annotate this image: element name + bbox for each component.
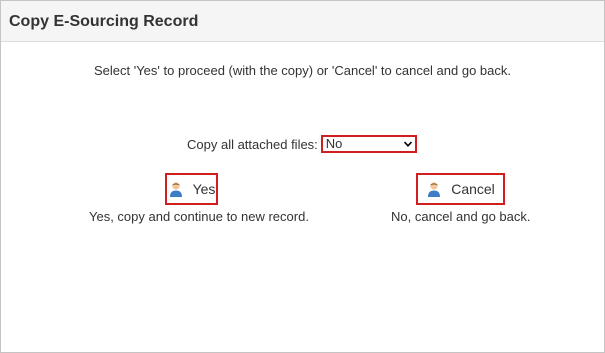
dialog-title-bar: Copy E-Sourcing Record [1,1,604,42]
yes-button-label: Yes [192,181,216,197]
copy-files-select[interactable]: No [320,135,417,153]
instruction-text: Select 'Yes' to proceed (with the copy) … [93,63,511,78]
cancel-button[interactable]: Cancel [416,173,505,205]
user-icon [169,182,182,197]
copy-files-label: Copy all attached files: [187,136,318,152]
yes-button[interactable]: Yes [165,173,218,205]
yes-caption: Yes, copy and continue to new record. [89,209,309,224]
cancel-caption: No, cancel and go back. [391,209,531,224]
user-icon [428,182,441,197]
copy-files-selected-value: No [325,136,343,151]
dialog-title: Copy E-Sourcing Record [9,13,199,30]
copy-record-dialog: Copy E-Sourcing Record Select 'Yes' to p… [0,0,605,353]
chevron-down-icon [403,141,412,147]
cancel-button-label: Cancel [451,181,495,197]
copy-files-row: Copy all attached files: No [187,135,417,153]
